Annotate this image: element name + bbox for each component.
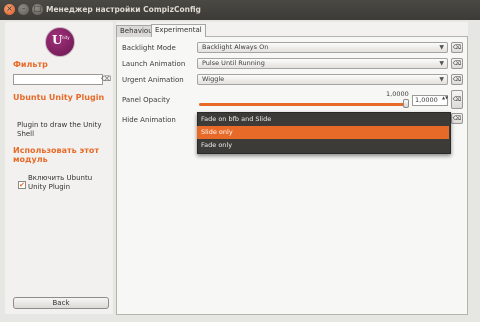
- panel-opacity-reset-button[interactable]: ⌫: [451, 90, 463, 109]
- launch-animation-reset-button[interactable]: ⌫: [451, 58, 463, 69]
- enable-plugin-label[interactable]: Включить Ubuntu Unity Plugin: [28, 174, 98, 191]
- chevron-down-icon: ▼: [439, 60, 444, 67]
- maximize-icon: □: [33, 4, 42, 13]
- enable-plugin-checkbox[interactable]: ✔: [18, 181, 26, 189]
- launch-animation-value: Pulse Until Running: [202, 59, 265, 67]
- urgent-animation-combo[interactable]: Wiggle ▼: [197, 74, 448, 85]
- back-button[interactable]: Back: [13, 297, 109, 309]
- dropdown-option[interactable]: Fade only: [197, 139, 449, 152]
- panel-opacity-slider-handle[interactable]: [403, 99, 409, 108]
- close-icon: ×: [6, 4, 13, 13]
- backlight-mode-label: Backlight Mode: [122, 44, 176, 52]
- chevron-down-icon: ▼: [439, 76, 444, 83]
- plugin-title: Ubuntu Unity Plugin: [13, 93, 105, 102]
- plugin-description: Plugin to draw the Unity Shell: [17, 121, 102, 138]
- use-plugin-heading: Использовать этот модуль: [13, 146, 99, 164]
- launch-animation-combo[interactable]: Pulse Until Running ▼: [197, 58, 448, 69]
- panel-opacity-label: Panel Opacity: [122, 96, 171, 104]
- dropdown-option-selected[interactable]: Slide only: [197, 126, 449, 139]
- hide-animation-label: Hide Animation: [122, 116, 176, 124]
- maximize-window-button[interactable]: □: [32, 4, 43, 15]
- spin-arrows-icon[interactable]: ▲▼: [442, 95, 448, 106]
- filter-input[interactable]: [13, 74, 103, 85]
- minimize-icon: –: [21, 4, 26, 13]
- logo-letter: U: [52, 33, 63, 47]
- backlight-mode-value: Backlight Always On: [202, 43, 269, 51]
- clear-filter-icon[interactable]: ⌫: [101, 75, 111, 83]
- backlight-mode-combo[interactable]: Backlight Always On ▼: [197, 42, 448, 53]
- logo-superscript: nity: [62, 35, 70, 40]
- urgent-animation-reset-button[interactable]: ⌫: [451, 74, 463, 85]
- filter-label: Фильтр: [13, 60, 48, 69]
- hide-animation-reset-button[interactable]: ⌫: [451, 113, 463, 124]
- panel-opacity-slider-value: 1,0000: [386, 90, 409, 98]
- launch-animation-label: Launch Animation: [122, 60, 186, 68]
- backlight-mode-reset-button[interactable]: ⌫: [451, 42, 463, 53]
- urgent-animation-label: Urgent Animation: [122, 76, 184, 84]
- close-window-button[interactable]: ×: [4, 4, 15, 15]
- tab-experimental[interactable]: Experimental: [151, 24, 206, 37]
- minimize-window-button[interactable]: –: [18, 4, 29, 15]
- window-title: Менеджер настройки CompizConfig: [46, 5, 201, 14]
- chevron-down-icon: ▼: [439, 44, 444, 51]
- dropdown-option[interactable]: Fade on bfb and Slide: [197, 113, 449, 126]
- urgent-animation-value: Wiggle: [202, 75, 225, 83]
- panel-opacity-slider-track[interactable]: [199, 103, 408, 106]
